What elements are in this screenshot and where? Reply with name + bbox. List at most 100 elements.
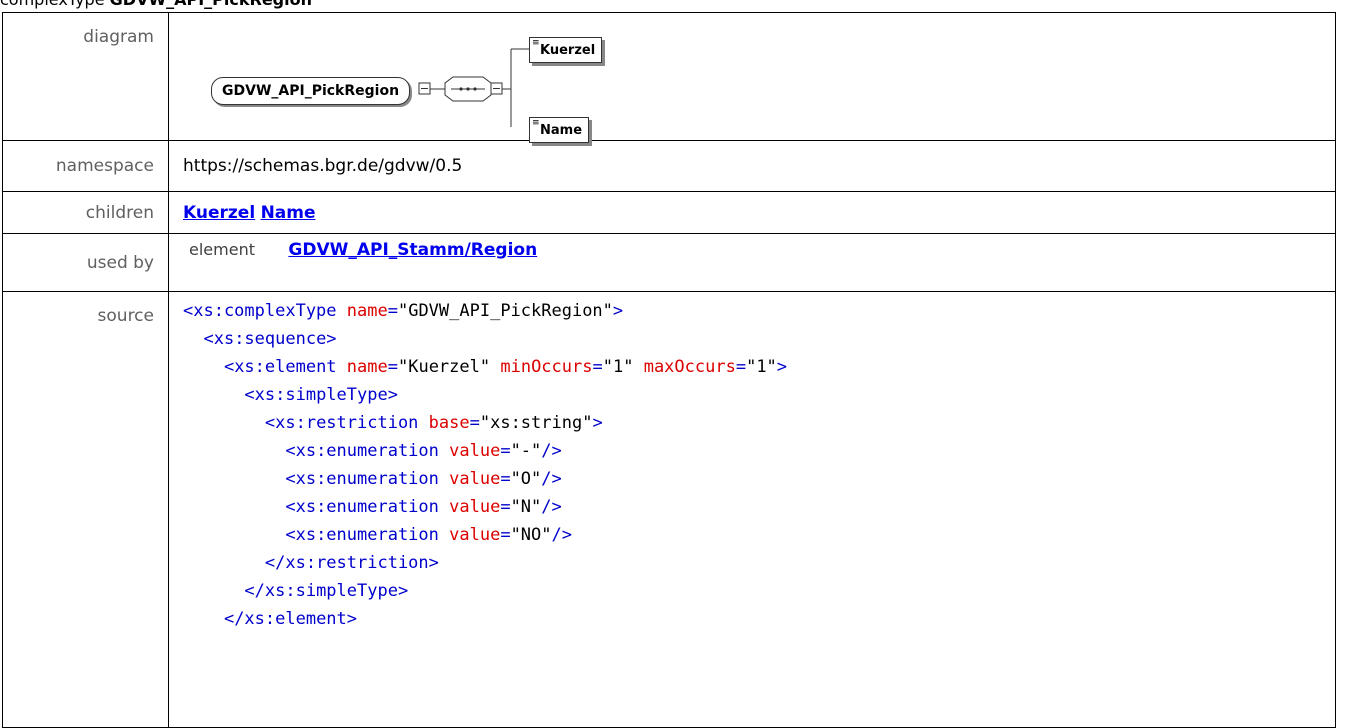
- source-token: <xs:complexType: [183, 301, 347, 321]
- source-token: </xs:simpleType>: [244, 581, 409, 601]
- source-line: <xs:sequence>: [183, 325, 1334, 353]
- source-token: =: [500, 497, 511, 517]
- source-token: base: [428, 413, 470, 433]
- source-line: </xs:restriction>: [183, 549, 1334, 577]
- source-token: [183, 497, 285, 517]
- element-box-label: Name: [540, 122, 583, 138]
- source-token: />: [541, 469, 562, 489]
- schema-doc-table: diagram GDVW_API_PickRegion ≡ Kuerzel ≡ …: [2, 12, 1336, 728]
- source-token: value: [449, 469, 501, 489]
- diagram-label: diagram: [2, 12, 169, 141]
- heading-kind: complexType: [0, 0, 105, 9]
- source-line: <xs:restriction base="xs:string">: [183, 409, 1334, 437]
- source-token: name: [346, 357, 388, 377]
- source-token: </xs:element>: [223, 609, 358, 629]
- type-box: GDVW_API_PickRegion: [211, 76, 411, 105]
- source-line: <xs:enumeration value="O"/>: [183, 465, 1334, 493]
- children-label: children: [2, 191, 169, 234]
- source-line: </xs:simpleType>: [183, 577, 1334, 605]
- source-token: />: [541, 497, 562, 517]
- source-token: =: [592, 357, 603, 377]
- source-token: [183, 581, 244, 601]
- source-token: =: [387, 301, 398, 321]
- source-token: maxOccurs: [643, 357, 736, 377]
- source-token: <xs:enumeration: [285, 497, 450, 517]
- source-line: <xs:enumeration value="-"/>: [183, 437, 1334, 465]
- diagram-row: diagram GDVW_API_PickRegion ≡ Kuerzel ≡ …: [2, 12, 1336, 143]
- source-token: name: [346, 301, 388, 321]
- source-token: [183, 609, 224, 629]
- source-line: </xs:element>: [183, 605, 1334, 633]
- source-token: >: [592, 413, 603, 433]
- source-token: [183, 357, 224, 377]
- source-code: <xs:complexType name="GDVW_API_PickRegio…: [183, 297, 1334, 633]
- source-token: value: [449, 497, 501, 517]
- element-box-name: ≡ Name: [529, 116, 590, 143]
- source-token: <xs:enumeration: [285, 441, 450, 461]
- page-title: complexType GDVW_API_PickRegion: [0, 0, 312, 10]
- source-token: />: [541, 441, 562, 461]
- element-box-label: Kuerzel: [540, 42, 596, 58]
- source-token: />: [551, 525, 572, 545]
- namespace-row: namespace https://schemas.bgr.de/gdvw/0.…: [2, 140, 1336, 192]
- element-icon: ≡: [532, 37, 540, 48]
- source-token: >: [776, 357, 788, 377]
- namespace-value: https://schemas.bgr.de/gdvw/0.5: [168, 140, 1336, 192]
- source-token: =: [500, 525, 511, 545]
- type-diagram: GDVW_API_PickRegion ≡ Kuerzel ≡ Name: [183, 27, 683, 143]
- source-token: "Kuerzel": [397, 357, 491, 377]
- namespace-label: namespace: [2, 140, 169, 192]
- source-line: <xs:complexType name="GDVW_API_PickRegio…: [183, 297, 1334, 325]
- source-token: <xs:enumeration: [285, 525, 450, 545]
- source-token: =: [469, 413, 480, 433]
- source-token: =: [500, 469, 511, 489]
- usedby-link[interactable]: GDVW_API_Stamm/Region: [288, 240, 537, 260]
- usedby-kind: element: [189, 240, 255, 259]
- source-token: =: [500, 441, 511, 461]
- source-token: [183, 385, 244, 405]
- source-token: "xs:string": [479, 413, 593, 433]
- element-icon: ≡: [532, 117, 540, 128]
- element-box-kuerzel: ≡ Kuerzel: [529, 36, 603, 63]
- source-token: "GDVW_API_PickRegion": [397, 301, 613, 321]
- source-token: [183, 329, 203, 349]
- source-line: <xs:simpleType>: [183, 381, 1334, 409]
- source-token: minOccurs: [500, 357, 593, 377]
- child-link-name[interactable]: Name: [261, 203, 316, 223]
- source-token: "NO": [510, 525, 552, 545]
- usedby-cell: element GDVW_API_Stamm/Region: [168, 233, 1336, 292]
- source-token: value: [449, 525, 501, 545]
- source-token: "O": [510, 469, 542, 489]
- source-row: source <xs:complexType name="GDVW_API_Pi…: [2, 291, 1336, 728]
- source-token: <xs:enumeration: [285, 469, 450, 489]
- source-token: "1": [746, 357, 777, 377]
- source-token: </xs:restriction>: [264, 553, 439, 573]
- source-line: <xs:element name="Kuerzel" minOccurs="1"…: [183, 353, 1334, 381]
- source-token: [183, 441, 285, 461]
- usedby-row: used by element GDVW_API_Stamm/Region: [2, 233, 1336, 292]
- child-link-kuerzel[interactable]: Kuerzel: [183, 203, 255, 223]
- source-token: <xs:simpleType>: [244, 385, 398, 405]
- children-cell: Kuerzel Name: [168, 191, 1336, 234]
- source-token: >: [612, 301, 624, 321]
- source-token: "-": [510, 441, 542, 461]
- source-token: [183, 525, 285, 545]
- source-cell: <xs:complexType name="GDVW_API_PickRegio…: [168, 291, 1336, 728]
- source-token: <xs:element: [223, 357, 347, 377]
- source-token: =: [387, 357, 398, 377]
- source-token: "N": [510, 497, 542, 517]
- source-token: [183, 469, 285, 489]
- source-token: <xs:sequence>: [203, 329, 337, 349]
- heading-name: GDVW_API_PickRegion: [110, 0, 312, 9]
- source-token: =: [735, 357, 747, 377]
- source-token: [490, 357, 500, 377]
- children-row: children Kuerzel Name: [2, 191, 1336, 234]
- usedby-label: used by: [2, 233, 169, 292]
- source-label: source: [2, 291, 169, 728]
- diagram-cell: GDVW_API_PickRegion ≡ Kuerzel ≡ Name: [168, 12, 1336, 143]
- source-token: "1": [602, 357, 634, 377]
- source-token: [183, 553, 265, 573]
- source-token: value: [449, 441, 501, 461]
- source-line: <xs:enumeration value="N"/>: [183, 493, 1334, 521]
- source-token: [633, 357, 643, 377]
